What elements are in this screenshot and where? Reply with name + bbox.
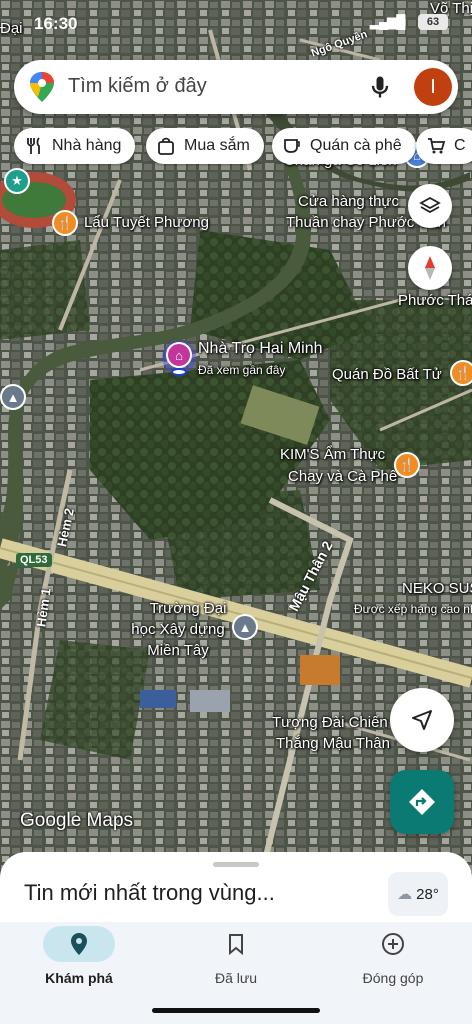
place-label-quan-do-bat-tu[interactable]: Quán Đồ Bất Tử <box>332 366 442 384</box>
place-label-cua-hang-1[interactable]: Cửa hàng thực <box>298 193 399 211</box>
home-indicator[interactable] <box>152 1008 320 1013</box>
avatar[interactable]: I <box>414 68 452 106</box>
restaurant-icon <box>27 137 40 154</box>
place-label-truong-3[interactable]: Miền Tây <box>118 642 238 660</box>
selected-location-marker[interactable]: ⌂ <box>162 340 196 380</box>
place-label-kims-2[interactable]: Chay và Cà Phê <box>288 468 397 486</box>
chip-label: Nhà hàng <box>52 137 122 154</box>
chip-label: Mua sắm <box>184 137 250 154</box>
coffee-icon <box>284 139 300 153</box>
microphone-icon[interactable] <box>366 73 394 101</box>
place-label-tuong-dai-2[interactable]: Thắng Mậu Thân <box>276 735 390 753</box>
tab-label: Đã lưu <box>214 970 258 986</box>
search-bar[interactable]: Tìm kiếm ở đây I <box>14 60 458 114</box>
cart-icon <box>428 138 446 154</box>
place-label-neko-1[interactable]: NEKO SUS <box>402 580 472 598</box>
google-maps-watermark: Google Maps <box>20 810 134 831</box>
weather-badge[interactable]: ☁ 28° <box>388 872 448 916</box>
compass-button[interactable] <box>408 246 452 290</box>
place-label-truong-2[interactable]: học Xây dựng <box>118 621 238 639</box>
google-maps-pin-icon <box>30 72 54 102</box>
place-label-neko-2: Được xếp hạng cao nh <box>354 602 472 616</box>
school-icon-2[interactable]: ▲ <box>232 614 258 640</box>
category-chips: Nhà hàng Mua sắm Quán cà phê C <box>14 128 472 166</box>
place-label-nha-tro[interactable]: Nhà Trọ Hai Minh <box>198 340 323 358</box>
wifi-icon: ◔ <box>394 12 404 29</box>
tab-contribute[interactable]: Đóng góp <box>328 926 458 986</box>
weather-temp: 28° <box>416 885 439 903</box>
explore-pin-icon <box>71 933 87 955</box>
park-icon[interactable]: ★ <box>4 168 30 194</box>
layers-icon <box>419 196 441 214</box>
compass-icon <box>425 256 435 280</box>
sheet-title: Tin mới nhất trong vùng... <box>24 880 275 905</box>
shopping-bag-icon <box>158 137 174 155</box>
restaurant-icon[interactable]: 🍴 <box>52 210 78 236</box>
add-circle-icon <box>382 933 404 955</box>
chip-more[interactable]: C <box>416 128 472 164</box>
tab-explore[interactable]: Khám phá <box>14 926 144 986</box>
place-label-tuong-dai-1[interactable]: Tượng Đài Chiến <box>272 714 388 732</box>
layers-button[interactable] <box>408 184 452 228</box>
chip-shopping[interactable]: Mua sắm <box>146 128 264 164</box>
cloud-sun-icon: ☁ <box>397 886 413 903</box>
highway-shield-ql53: QL53 <box>16 553 52 567</box>
place-label-kims-1[interactable]: KIM'S Ẩm Thực <box>280 446 385 464</box>
chip-coffee[interactable]: Quán cà phê <box>272 128 416 164</box>
restaurant-icon-2[interactable]: 🍴 <box>450 360 472 386</box>
hotel-bed-icon: ⌂ <box>166 342 192 368</box>
school-icon[interactable]: ▲ <box>0 384 26 410</box>
tab-saved[interactable]: Đã lưu <box>171 926 301 986</box>
battery-icon: 63 <box>418 14 448 30</box>
status-time: 16:30 <box>34 14 78 33</box>
place-label-lau-tuyet-phuong[interactable]: Lẩu Tuyết Phương <box>84 214 209 232</box>
tab-label: Khám phá <box>45 970 113 986</box>
search-input[interactable]: Tìm kiếm ở đây <box>68 75 207 98</box>
chip-restaurants[interactable]: Nhà hàng <box>14 128 136 164</box>
place-label-nha-tro-sub: Đã xem gần đây <box>198 363 286 377</box>
status-bar: 16:30 ▂▄▆█ ◔ 63 <box>0 8 472 38</box>
directions-button[interactable] <box>390 770 454 834</box>
tab-label: Đóng góp <box>362 970 424 986</box>
directions-icon <box>409 789 435 815</box>
my-location-button[interactable] <box>390 688 454 752</box>
latest-news-sheet[interactable]: Tin mới nhất trong vùng... ☁ 28° <box>0 852 472 932</box>
place-label-truong-1[interactable]: Trường Đại <box>128 600 248 618</box>
chip-label: Quán cà phê <box>310 137 402 154</box>
place-label-phuoc-thai[interactable]: Phước Thá <box>398 292 472 310</box>
navigation-arrow-icon <box>412 710 432 730</box>
chip-label: C <box>454 137 466 154</box>
restaurant-icon-3[interactable]: 🍴 <box>394 452 420 478</box>
sheet-drag-handle[interactable] <box>213 862 259 867</box>
pin-base-icon <box>171 368 187 376</box>
bookmark-icon <box>229 934 243 955</box>
